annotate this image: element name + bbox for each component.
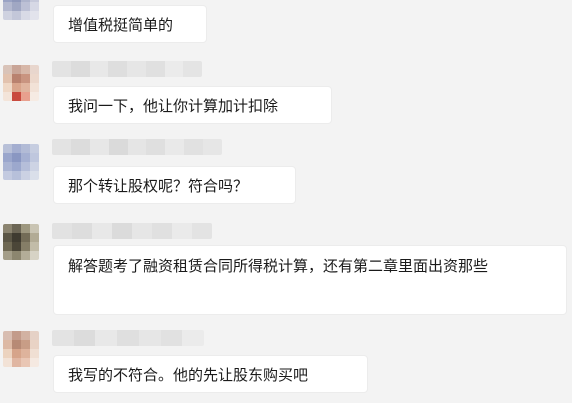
- avatar[interactable]: [3, 331, 39, 367]
- message-text: 那个转让股权呢？符合吗？: [68, 177, 249, 195]
- message-bubble[interactable]: 我问一下，他让你计算加计扣除: [53, 86, 332, 124]
- avatar[interactable]: [3, 224, 39, 260]
- message-text: 增值税挺简单的: [68, 16, 174, 34]
- message-bubble[interactable]: 那个转让股权呢？符合吗？: [53, 166, 296, 204]
- message-text: 我问一下，他让你计算加计扣除: [68, 97, 279, 115]
- sender-name: [52, 139, 222, 155]
- avatar[interactable]: [3, 144, 39, 180]
- message-text: 解答题考了融资租赁合同所得税计算，还有第二章里面出资那些: [68, 257, 489, 275]
- message-bubble[interactable]: 我写的不符合。他的先让股东购买吧: [53, 355, 368, 393]
- message-bubble[interactable]: 增值税挺简单的: [53, 5, 207, 43]
- sender-name: [52, 61, 202, 77]
- message-bubble[interactable]: 解答题考了融资租赁合同所得税计算，还有第二章里面出资那些: [53, 245, 567, 315]
- sender-name: [52, 330, 204, 346]
- message-text: 我写的不符合。他的先让股东购买吧: [68, 366, 309, 384]
- sender-name: [52, 223, 212, 239]
- avatar[interactable]: [3, 0, 39, 20]
- avatar[interactable]: [3, 65, 39, 101]
